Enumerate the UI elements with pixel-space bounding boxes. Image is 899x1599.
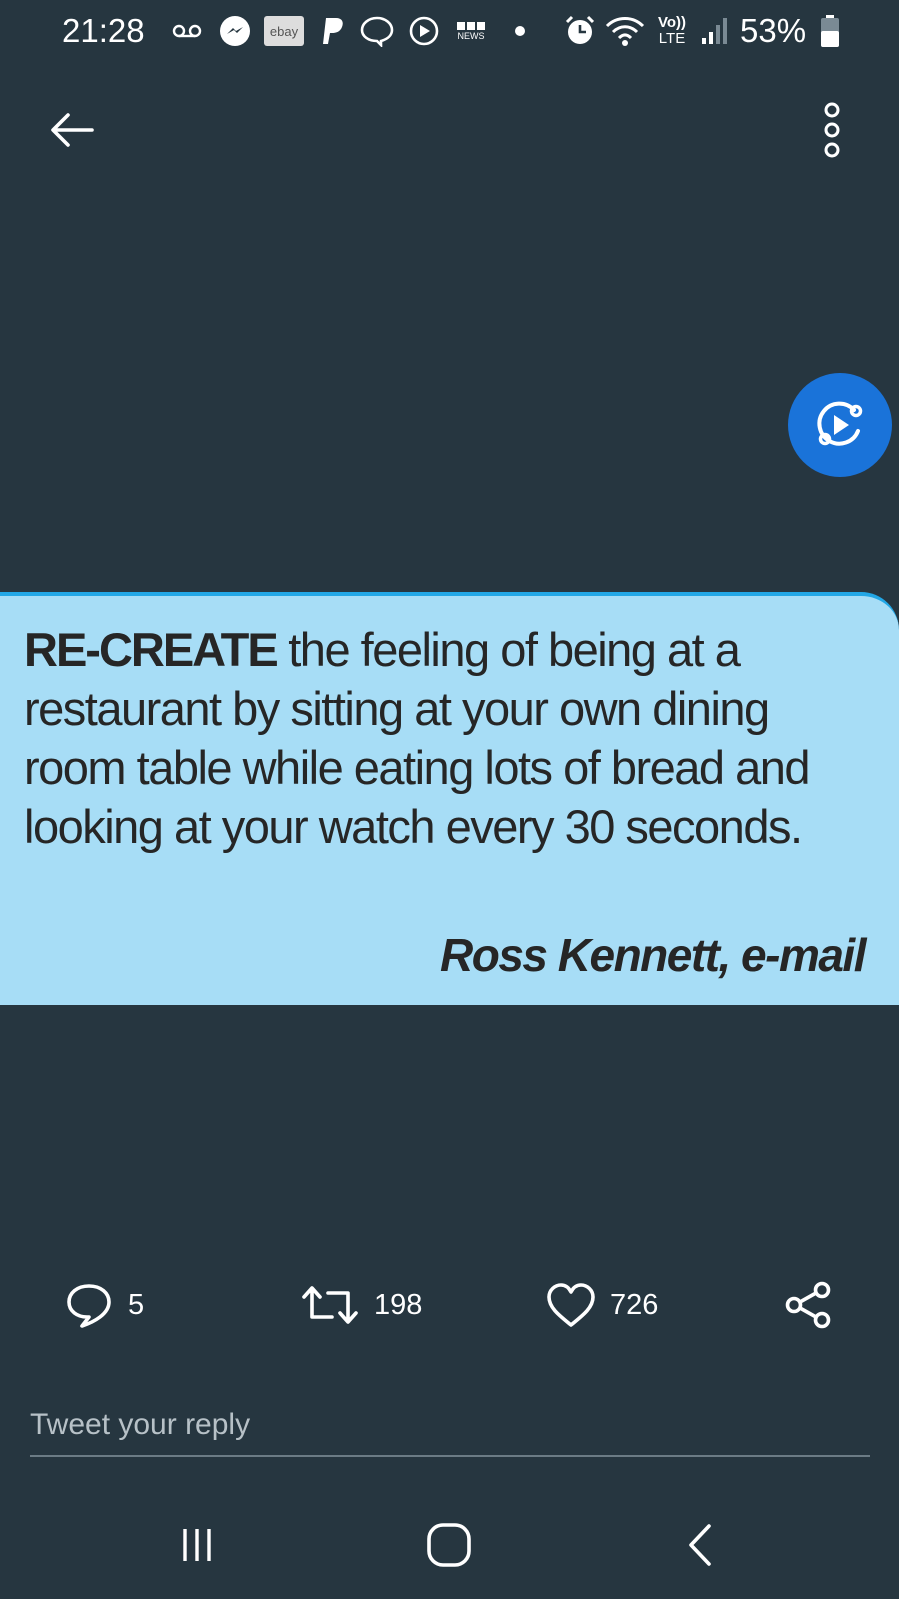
tweet-image-text: RE-CREATE the feeling of being at a rest… (24, 620, 874, 856)
ebay-icon: ebay (264, 14, 304, 48)
battery-percent: 53% (740, 12, 807, 49)
back-icon (689, 1524, 711, 1566)
recent-apps-button[interactable] (152, 1510, 242, 1580)
system-nav-bar (0, 1500, 899, 1599)
tweet-image[interactable]: RE-CREATE the feeling of being at a rest… (0, 592, 899, 1005)
volte-lte-icon: Vo)) LTE (650, 14, 694, 48)
more-options-button[interactable] (812, 98, 852, 162)
share-icon (785, 1281, 831, 1329)
tweet-image-lead: RE-CREATE (24, 623, 279, 676)
tweet-image-attribution: Ross Kennett, e-mail (440, 929, 867, 981)
reply-icon (67, 1284, 111, 1328)
reply-button[interactable]: 5 (64, 1270, 144, 1340)
chat-icon (358, 14, 396, 48)
reply-input[interactable]: Tweet your reply (30, 1395, 870, 1457)
messenger-icon (218, 14, 252, 48)
media-play-icon (817, 401, 863, 446)
alarm-icon (562, 14, 598, 48)
battery-icon (818, 14, 842, 48)
heart-icon (547, 1283, 595, 1327)
back-button[interactable] (42, 100, 102, 160)
system-back-button[interactable] (656, 1510, 746, 1580)
news-label: NEWS (457, 31, 485, 41)
voicemail-icon (170, 14, 204, 48)
like-count: 726 (610, 1288, 659, 1321)
paypal-icon (318, 14, 348, 48)
home-button[interactable] (404, 1510, 494, 1580)
more-vertical-icon (824, 102, 840, 158)
retweet-button[interactable]: 198 (300, 1270, 422, 1340)
recent-apps-icon (183, 1529, 211, 1561)
signal-icon (698, 14, 732, 48)
volte-label: Vo)) (657, 14, 687, 31)
network-type-label: LTE (658, 30, 686, 47)
media-play-button[interactable] (788, 373, 892, 477)
tweet-actions: 5 198 726 (0, 1270, 899, 1340)
retweet-count: 198 (374, 1288, 423, 1321)
status-bar: 21:28 ebay NEWS Vo)) LTE 53% (0, 0, 899, 64)
wifi-icon (604, 14, 646, 48)
ebay-label: ebay (270, 24, 299, 39)
share-button[interactable] (784, 1270, 834, 1340)
like-button[interactable]: 726 (546, 1270, 658, 1340)
home-icon (427, 1523, 471, 1567)
status-time: 21:28 (62, 12, 145, 49)
retweet-icon (302, 1286, 358, 1324)
reply-placeholder: Tweet your reply (30, 1408, 251, 1441)
bbc-news-icon: NEWS (454, 14, 488, 48)
dot-icon (510, 14, 530, 48)
arrow-left-icon (51, 113, 94, 147)
media-player-icon (406, 14, 442, 48)
reply-count: 5 (128, 1288, 145, 1321)
